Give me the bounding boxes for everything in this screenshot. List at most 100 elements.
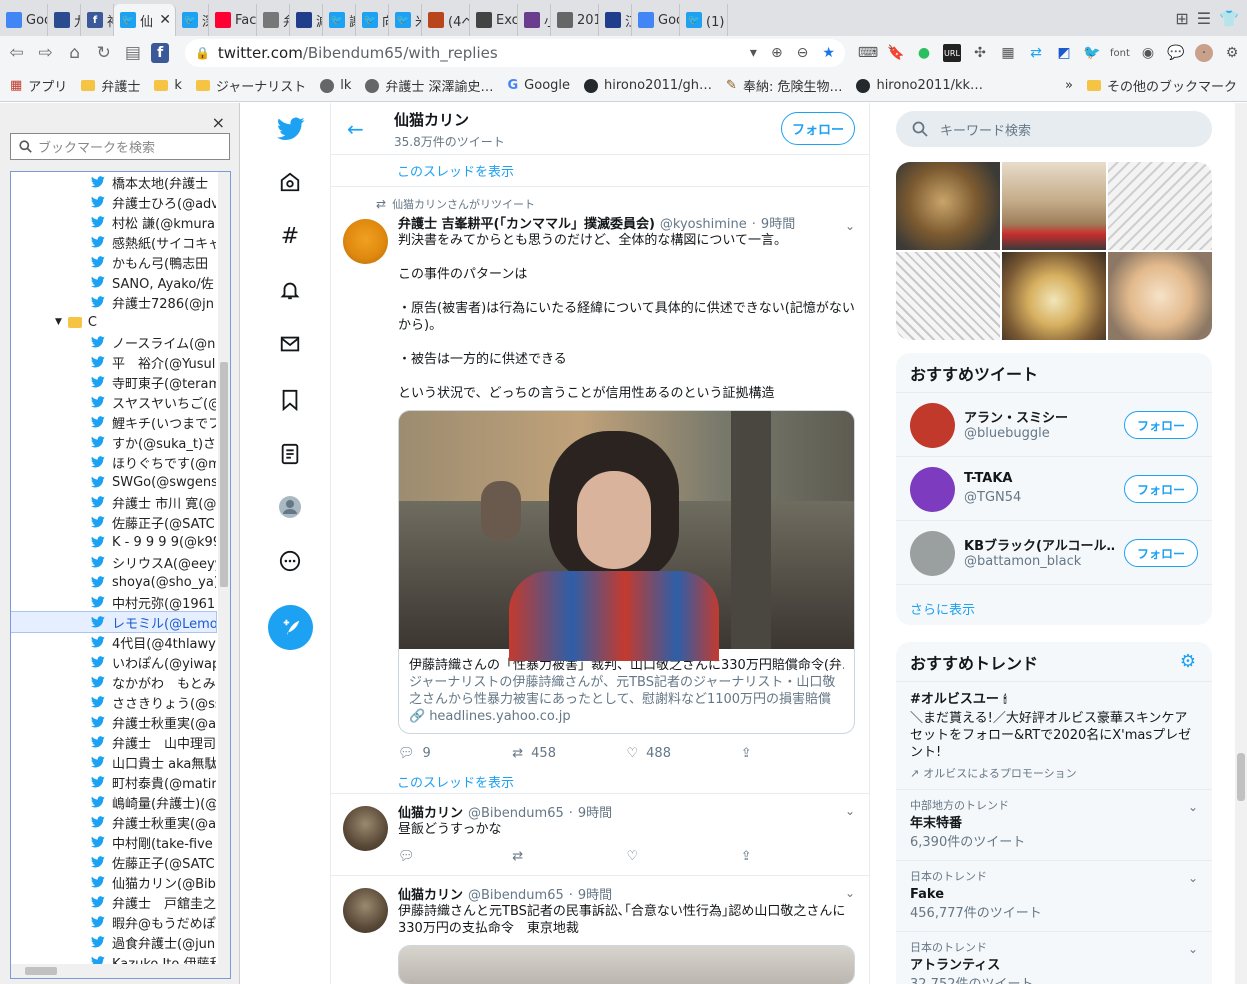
evernote-icon[interactable]: ● <box>915 44 933 62</box>
bookmark-tree-item[interactable]: 中村剛(take-five <box>11 832 216 852</box>
user-avatar[interactable] <box>910 531 955 576</box>
link-card[interactable]: 伊藤詩織さんの「性暴力被害」裁判、山口敬之さんに330万円賠償命令(弁… ジャー… <box>398 410 855 734</box>
media-thumbnail[interactable] <box>1002 252 1106 340</box>
like-button[interactable]: ♡ <box>627 849 741 864</box>
user-avatar[interactable] <box>910 403 955 448</box>
pin-icon[interactable]: ◉ <box>1139 44 1157 62</box>
dropdown-icon[interactable]: ▾ <box>750 45 757 61</box>
twitter-ext-icon[interactable]: 🐦 <box>1083 44 1101 62</box>
url-icon[interactable]: URL <box>942 44 961 62</box>
back-icon[interactable]: ⇦ <box>6 41 27 65</box>
bookmark-tree-item[interactable]: ほりぐちです(@ms <box>11 452 216 472</box>
zoom-in-icon[interactable]: ⊕ <box>771 45 783 61</box>
follow-user-button[interactable]: フォロー <box>1124 475 1198 503</box>
browser-tab[interactable]: Goog <box>0 4 48 36</box>
forward-icon[interactable]: ⇨ <box>35 41 56 65</box>
grid-icon[interactable]: ▦ <box>999 44 1017 62</box>
tweet-avatar[interactable] <box>343 806 388 851</box>
back-arrow-icon[interactable]: ← <box>347 117 364 141</box>
browser-tab[interactable]: Excel <box>470 4 518 36</box>
bookmark-tree-item[interactable]: K - 9 9 9 9(@k99 <box>11 532 216 552</box>
recommended-user[interactable]: KBブラック(アルコール… @battamon_black フォロー <box>896 521 1212 585</box>
show-more-link[interactable]: さらに表示 <box>896 585 1212 625</box>
reader-icon[interactable]: ▤ <box>122 41 143 65</box>
twitter-logo-icon[interactable] <box>277 115 305 143</box>
expand-triangle-icon[interactable]: ▼ <box>55 317 62 327</box>
facebook-ext-icon[interactable]: f <box>151 43 169 63</box>
bookmark-item[interactable]: hirono2011/gh… <box>584 78 712 93</box>
explore-hash-icon[interactable]: # <box>277 223 303 249</box>
zoom-out-icon[interactable]: ⊖ <box>797 45 809 61</box>
more-bookmarks-chevron[interactable]: » <box>1065 78 1073 93</box>
follow-user-button[interactable]: フォロー <box>1124 539 1198 567</box>
bookmark-search-input[interactable]: ブックマークを検索 <box>10 133 230 160</box>
bookmark-tree-item[interactable]: すか(@suka_t)さん <box>11 432 216 452</box>
tweet-time[interactable]: 9時間 <box>578 884 612 903</box>
browser-tab[interactable]: 🐦謝罪 <box>323 4 356 36</box>
browser-tab[interactable]: 弁護 <box>257 4 290 36</box>
bookmark-item[interactable]: ▦ アプリ <box>10 76 67 95</box>
bookmark-tree-item[interactable]: 鯉キチ(いつまでフ <box>11 412 216 432</box>
tweet-menu-chevron-icon[interactable]: ⌄ <box>845 804 855 818</box>
browser-tab[interactable]: 九十 <box>48 4 81 36</box>
scroll-thumb[interactable] <box>220 362 228 587</box>
shirt-icon[interactable]: 👕 <box>1219 9 1239 28</box>
close-tab-icon[interactable]: ✕ <box>159 12 171 28</box>
menu-icon[interactable]: ☰ <box>1197 9 1211 28</box>
home-icon[interactable]: ⌂ <box>64 41 85 65</box>
reply-button[interactable]: 💬︎ 9 <box>398 746 512 761</box>
tweet-menu-chevron-icon[interactable]: ⌄ <box>845 219 855 233</box>
bookmark-item[interactable]: hirono2011/kk… <box>856 78 983 93</box>
bookmark-tree-item[interactable]: 橋本太地(弁護士 <box>11 172 216 192</box>
star-icon[interactable]: ★ <box>822 45 835 61</box>
bookmark-tree-item[interactable]: 町村泰貴(@matir <box>11 772 216 792</box>
tree-horizontal-scrollbar[interactable] <box>11 964 230 978</box>
trend-item[interactable]: 中部地方のトレンド 年末特番 6,390件のツイート ⌄ <box>896 790 1212 861</box>
link-card[interactable] <box>398 945 855 984</box>
bookmark-item[interactable]: k <box>154 78 182 93</box>
bookmark-tree-item[interactable]: 弁護士 市川 寛(@ <box>11 492 216 512</box>
promoted-trend[interactable]: #オルビスユー 🕯 ＼まだ貰える!／大好評オルビス豪華スキンケアセットをフォロー… <box>896 682 1212 790</box>
bookmark-tree-item[interactable]: いわぽん(@yiwap <box>11 652 216 672</box>
trend-item[interactable]: 日本のトレンドアトランティス 32,752件のツイート ⌄ <box>896 932 1212 984</box>
bookmark-tree-item[interactable]: 寺町東子(@teram <box>11 372 216 392</box>
bookmark-tree-item[interactable]: 仙猫カリン(@Bibe <box>11 872 216 892</box>
bookmarks-icon[interactable] <box>277 387 303 413</box>
tweet-avatar[interactable] <box>343 219 388 264</box>
show-thread-link[interactable]: このスレッドを表示 <box>331 772 869 794</box>
new-tab-icon[interactable]: ⊞ <box>1175 9 1188 28</box>
tweet-author-name[interactable]: 仙猫カリン <box>398 802 463 821</box>
browser-tab[interactable]: Fact <box>209 4 257 36</box>
media-thumbnail[interactable] <box>896 252 1000 340</box>
user-avatar[interactable] <box>910 467 955 512</box>
bookmark-tree-item[interactable]: 過食弁護士(@jun <box>11 932 216 952</box>
bookmark-tree-item[interactable]: 4代目(@4thlawye <box>11 632 216 652</box>
bookmark-tree-item[interactable]: 弁護士秋重実(@a <box>11 712 216 732</box>
media-thumbnail[interactable] <box>1108 252 1212 340</box>
avatar-icon[interactable]: · <box>1194 44 1213 62</box>
bookmark-item[interactable]: lk <box>320 78 351 93</box>
browser-tab[interactable]: 🐦 仙 ✕ <box>114 4 176 36</box>
bookmark-tree-item[interactable]: なかがわ もとみ <box>11 672 216 692</box>
gear-icon[interactable]: ⚙ <box>1180 651 1196 672</box>
tweet[interactable]: ⇄ 仙猫カリンさんがリツイート 弁護士 吉峯耕平(「カンママル」撲滅委員会) @… <box>331 187 869 772</box>
tweet-avatar[interactable] <box>343 888 388 933</box>
browser-tab[interactable]: 減刑 <box>290 4 323 36</box>
bookmark-tree-item[interactable]: 弁護士 山中理司 <box>11 732 216 752</box>
browser-tab[interactable]: f神奈 <box>81 4 114 36</box>
bookmark-tree-item[interactable]: 嶋崎量(弁護士)(@ <box>11 792 216 812</box>
bookmark-tree-item[interactable]: ささきりょう(@ssk_ <box>11 692 216 712</box>
scroll-thumb[interactable] <box>1237 753 1245 801</box>
browser-tab[interactable]: 🐦(1) 弁 <box>680 4 728 36</box>
bookmark-item[interactable]: ✎ 奉納: 危険生物… <box>726 76 842 95</box>
bookmark-tree-item[interactable]: 平 裕介(@Yusul <box>11 352 216 372</box>
address-bar[interactable]: 🔒 twitter.com/Bibendum65/with_replies ▾ … <box>184 39 845 67</box>
lists-icon[interactable] <box>277 441 303 467</box>
reply-button[interactable]: 💬︎ <box>398 849 512 864</box>
reload-icon[interactable]: ↻ <box>93 41 114 65</box>
puzzle-icon[interactable]: ✣ <box>971 44 989 62</box>
home-nav-icon[interactable] <box>277 169 303 195</box>
browser-tab[interactable]: 🐦米山 <box>389 4 422 36</box>
chevron-down-icon[interactable]: ⌄ <box>1188 871 1198 885</box>
bookmark-tree-item[interactable]: レモミル(@Lemor <box>11 611 217 633</box>
